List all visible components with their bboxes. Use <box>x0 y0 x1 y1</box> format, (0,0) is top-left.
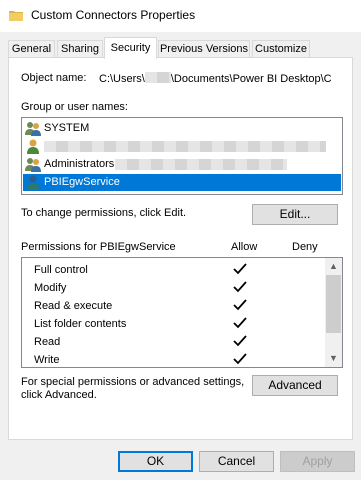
permissions-list: Full control Modify Read & execute List … <box>21 257 343 368</box>
users-group-icon <box>25 122 41 136</box>
user-item-system[interactable]: SYSTEM <box>23 120 341 137</box>
redacted-user-name <box>44 141 326 152</box>
ok-button[interactable]: OK <box>118 451 193 472</box>
permission-name: Modify <box>34 282 67 294</box>
permission-row: Modify <box>22 279 327 297</box>
check-icon <box>233 335 247 347</box>
tab-security[interactable]: Security <box>104 37 157 59</box>
scroll-thumb[interactable] <box>326 275 341 333</box>
check-icon <box>233 281 247 293</box>
redacted-admin-suffix <box>115 159 287 170</box>
permission-row: Read <box>22 333 327 351</box>
cancel-button[interactable]: Cancel <box>199 451 274 472</box>
object-path-suffix: \Documents\Power BI Desktop\C <box>170 73 332 85</box>
permission-name: Full control <box>34 264 88 276</box>
user-name: PBIEgwService <box>44 176 120 188</box>
security-panel: Object name: C:\Users\ \Documents\Power B… <box>8 57 353 440</box>
permission-row: Full control <box>22 261 327 279</box>
user-name: SYSTEM <box>44 122 90 134</box>
object-name-label: Object name: <box>21 72 87 84</box>
permissions-scrollbar[interactable]: ▲ ▼ <box>325 258 342 367</box>
title-bar: Custom Connectors Properties <box>0 0 361 32</box>
permission-name: Read <box>34 336 61 348</box>
user-icon <box>27 175 39 190</box>
folder-icon <box>9 11 23 21</box>
window-title: Custom Connectors Properties <box>31 8 196 22</box>
redacted-username <box>144 72 171 83</box>
users-listbox[interactable]: SYSTEM Administrators PBIEgwService <box>21 117 343 195</box>
scroll-up-arrow-icon[interactable]: ▲ <box>325 258 342 275</box>
permission-name: Write <box>34 354 60 366</box>
permission-name: List folder contents <box>34 318 127 330</box>
scroll-down-arrow-icon[interactable]: ▼ <box>325 350 342 367</box>
allow-column-header: Allow <box>231 241 258 253</box>
user-name: Administrators <box>44 158 115 170</box>
special-permissions-text-line2: click Advanced. <box>21 389 97 401</box>
apply-button[interactable]: Apply <box>280 451 355 472</box>
check-icon <box>233 317 247 329</box>
special-permissions-text-line1: For special permissions or advanced sett… <box>21 376 245 388</box>
user-item-administrators[interactable]: Administrators <box>23 156 341 173</box>
check-icon <box>233 299 247 311</box>
user-item-redacted[interactable] <box>23 138 341 155</box>
advanced-button[interactable]: Advanced <box>252 375 338 396</box>
permission-name: Read & execute <box>34 300 113 312</box>
object-name-value: C:\Users\ \Documents\Power BI Desktop\C <box>99 72 351 85</box>
user-item-pbiegwservice[interactable]: PBIEgwService <box>23 174 341 191</box>
group-user-names-label: Group or user names: <box>21 101 128 113</box>
permission-row: Write <box>22 351 327 367</box>
deny-column-header: Deny <box>292 241 318 253</box>
object-path-prefix: C:\Users\ <box>99 73 145 85</box>
user-icon <box>27 139 39 154</box>
users-group-icon <box>25 158 41 172</box>
check-icon <box>233 263 247 275</box>
permissions-for-label: Permissions for PBIEgwService <box>21 241 176 253</box>
permission-row: Read & execute <box>22 297 327 315</box>
change-permissions-text: To change permissions, click Edit. <box>21 207 187 219</box>
edit-button[interactable]: Edit... <box>252 204 338 225</box>
permission-row: List folder contents <box>22 315 327 333</box>
check-icon <box>233 353 247 365</box>
